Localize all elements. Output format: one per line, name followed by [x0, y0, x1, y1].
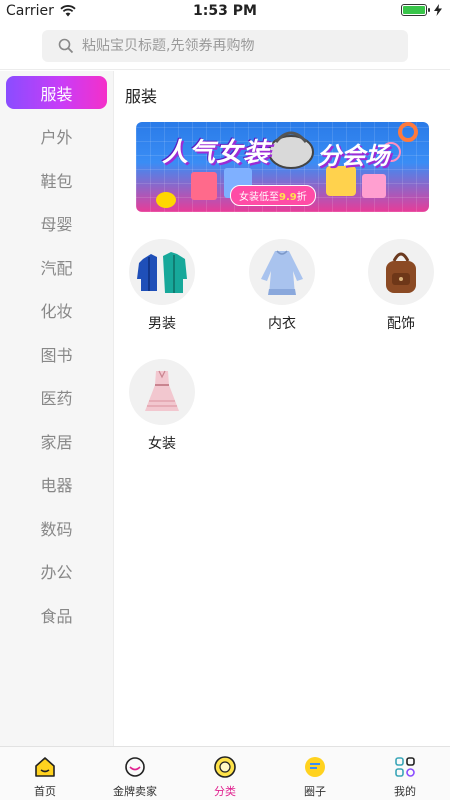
sidebar-item-label: 母婴 — [40, 215, 73, 235]
subcategory-underwear[interactable]: 内衣 — [237, 239, 327, 333]
sidebar-item-appliances[interactable]: 电器 — [0, 463, 113, 507]
status-time: 1:53 PM — [193, 3, 257, 19]
sidebar-item-label: 汽配 — [40, 258, 73, 278]
category-sidebar: 服装 户外 鞋包 母婴 汽配 化妆 图书 医药 家居 电器 数码 办公 食品 — [0, 71, 114, 746]
search-bar — [0, 22, 450, 70]
subcategory-menswear[interactable]: 男装 — [117, 239, 207, 333]
battery-icon — [401, 4, 430, 16]
search-box[interactable] — [42, 30, 408, 62]
accessories-image — [368, 239, 434, 305]
tab-mine[interactable]: 我的 — [360, 747, 450, 800]
tab-label: 圈子 — [304, 785, 326, 798]
subcategory-label: 男装 — [148, 316, 176, 332]
subcategory-label: 内衣 — [268, 316, 296, 332]
search-input[interactable] — [82, 38, 382, 54]
sidebar-item-label: 食品 — [40, 606, 73, 626]
sidebar-item-label: 户外 — [40, 128, 73, 148]
sidebar-item-outdoor[interactable]: 户外 — [0, 115, 113, 159]
tab-home[interactable]: 首页 — [0, 747, 90, 800]
sidebar-item-label: 化妆 — [40, 302, 73, 322]
tab-circle[interactable]: 圈子 — [270, 747, 360, 800]
gold-seller-icon — [125, 757, 145, 777]
tab-categories[interactable]: 分类 — [180, 747, 270, 800]
banner-tag-value: 9.9 — [279, 192, 297, 203]
charging-icon — [434, 4, 442, 16]
underwear-image — [249, 239, 315, 305]
chat-icon — [305, 757, 325, 777]
sidebar-item-medicine[interactable]: 医药 — [0, 376, 113, 420]
sidebar-item-baby[interactable]: 母婴 — [0, 202, 113, 246]
sidebar-item-label: 家居 — [40, 432, 73, 452]
banner-tag-suffix: 折 — [296, 192, 307, 203]
subcategory-label: 女装 — [148, 436, 176, 452]
sidebar-item-books[interactable]: 图书 — [0, 332, 113, 376]
home-icon — [35, 757, 55, 777]
sidebar-item-label: 鞋包 — [40, 171, 73, 191]
sidebar-item-label: 图书 — [40, 345, 73, 365]
banner-tag: 女装低至9.9折 — [230, 185, 316, 206]
category-content: 服装 人气女装 分会场 女装低至9.9折 男装 内衣 配饰 女装 — [115, 71, 450, 746]
sidebar-item-shoes-bags[interactable]: 鞋包 — [0, 158, 113, 202]
section-title: 服装 — [125, 87, 158, 106]
banner-headline: 人气女装 — [162, 138, 271, 168]
banner-subheadline: 分会场 — [317, 142, 389, 170]
sidebar-item-label: 数码 — [40, 519, 73, 539]
banner-tag-prefix: 女装低至 — [239, 192, 279, 203]
status-bar: Carrier 1:53 PM — [0, 0, 450, 22]
search-icon — [58, 38, 74, 54]
sidebar-item-clothing[interactable]: 服装 — [0, 71, 113, 115]
apps-icon — [395, 757, 415, 777]
sidebar-item-label: 办公 — [40, 563, 73, 583]
category-icon — [214, 756, 236, 778]
subcategory-label: 配饰 — [387, 316, 415, 332]
sidebar-item-home[interactable]: 家居 — [0, 419, 113, 463]
tab-gold-sellers[interactable]: 金牌卖家 — [90, 747, 180, 800]
womenswear-image — [129, 359, 195, 425]
subcategory-womenswear[interactable]: 女装 — [117, 359, 207, 453]
status-right — [401, 4, 442, 16]
sidebar-item-food[interactable]: 食品 — [0, 593, 113, 637]
sidebar-item-office[interactable]: 办公 — [0, 550, 113, 594]
tab-label: 金牌卖家 — [113, 785, 157, 798]
tab-label: 分类 — [214, 785, 236, 798]
tab-bar: 首页 金牌卖家 分类 圈子 我的 — [0, 746, 450, 800]
sidebar-item-auto[interactable]: 汽配 — [0, 245, 113, 289]
subcategory-accessories[interactable]: 配饰 — [356, 239, 446, 333]
promo-banner[interactable]: 人气女装 分会场 女装低至9.9折 — [136, 122, 429, 212]
sidebar-item-digital[interactable]: 数码 — [0, 506, 113, 550]
sidebar-item-cosmetics[interactable]: 化妆 — [0, 289, 113, 333]
tab-label: 首页 — [34, 785, 56, 798]
menswear-image — [129, 239, 195, 305]
sidebar-item-label: 服装 — [40, 84, 73, 104]
sidebar-item-label: 医药 — [40, 389, 73, 409]
sidebar-item-label: 电器 — [40, 476, 73, 496]
tab-label: 我的 — [394, 785, 416, 798]
